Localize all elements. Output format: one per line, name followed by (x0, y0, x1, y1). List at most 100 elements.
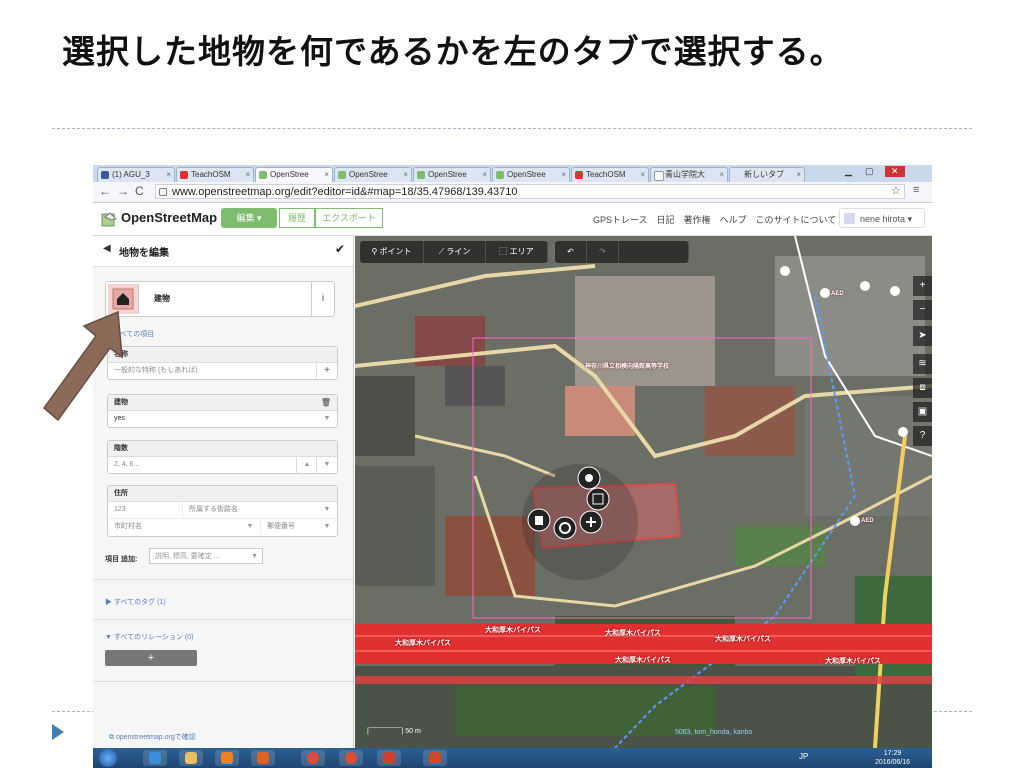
divider (93, 579, 353, 580)
attribution[interactable]: 5063, tom_honda, kanbo (675, 729, 752, 736)
add-area-button[interactable]: ⬚ エリア (486, 241, 548, 263)
preset-name: 建物 (154, 294, 170, 303)
zoom-out-icon[interactable]: − (913, 300, 932, 320)
star-icon[interactable]: ☆ (891, 184, 901, 197)
road-label: 大和厚木バイパス (485, 627, 541, 634)
bullet-arrow-icon (52, 724, 64, 740)
chrome-icon (345, 752, 357, 764)
chevron-down-icon[interactable]: ▼ (240, 519, 260, 535)
chevron-down-icon[interactable]: ▼ (317, 502, 337, 518)
explorer-app[interactable] (179, 750, 203, 766)
map-canvas[interactable]: ⚲ ポイント ⟋ ライン ⬚ エリア ↶ ↷ + − ➤ ≋ ⧈ ▣ ? 大和厚… (355, 236, 932, 748)
back-icon[interactable]: ← (99, 184, 111, 198)
all-tags-toggle[interactable]: ▶ すべてのタグ (1) (105, 597, 166, 607)
ie-app[interactable] (143, 750, 167, 766)
undo-button[interactable]: ↶ (555, 241, 587, 263)
facebook-icon (101, 171, 109, 179)
road-label: 大和厚木バイパス (395, 640, 451, 647)
road-label: 大和厚木バイパス (715, 636, 771, 643)
history-button[interactable]: 履歴 (279, 208, 315, 228)
chrome-app[interactable] (301, 750, 325, 766)
reload-icon[interactable]: C (135, 184, 144, 198)
help-icon[interactable]: ? (913, 426, 932, 446)
osm-icon (259, 171, 267, 179)
edit-button[interactable]: 編集 ▾ (221, 208, 277, 228)
pointer-arrow-icon (42, 310, 123, 422)
school-label: 神奈川県立相模向陽館高等学校 (585, 364, 670, 370)
road-label: 大和厚木バイパス (615, 657, 671, 664)
nav-links[interactable]: GPSトレース 日記 著作権 ヘルプ このサイトについて (593, 213, 836, 226)
osm-icon (417, 171, 425, 179)
media-icon (221, 752, 233, 764)
add-point-button[interactable]: ⚲ ポイント (360, 241, 424, 263)
street-input[interactable]: 所属する街路名 (182, 502, 337, 518)
trash-icon[interactable]: 🗑 (321, 395, 331, 410)
housenumber-input[interactable]: 123 (108, 502, 182, 518)
map-data-icon[interactable]: ⧈ (913, 378, 932, 398)
layers-icon[interactable]: ≋ (913, 354, 932, 374)
aed-label: AED (861, 518, 874, 524)
scale-bar: |‾‾‾‾‾‾‾‾‾‾‾‾‾‾| 50 m (367, 728, 421, 735)
address-field: 住所 123 所属する街路名 ▼ 市町村名 ▼ 郵便番号 ▼ (107, 485, 338, 537)
add-icon[interactable]: + (316, 363, 337, 379)
chrome-app[interactable] (339, 750, 363, 766)
teachosm-icon (180, 171, 188, 179)
chevron-down-icon[interactable]: ▼ (317, 519, 337, 535)
osm-header: OpenStreetMap 編集 ▾ 履歴 エクスポート GPSトレース 日記 … (93, 203, 932, 236)
browser-tab-active[interactable]: OpenStree × (255, 167, 333, 182)
add-line-button[interactable]: ⟋ ライン (424, 241, 486, 263)
language-indicator[interactable]: JP (799, 752, 808, 761)
divider (93, 619, 353, 620)
browser-tab[interactable]: (1) AGU_3 × (97, 167, 175, 182)
city-input[interactable]: 市町村名 (108, 519, 260, 535)
road-label: 大和厚木バイパス (605, 630, 661, 637)
address-row-2: 市町村名 ▼ 郵便番号 ▼ (108, 519, 337, 535)
decrement-icon[interactable]: ▼ (316, 457, 337, 473)
zoom-in-icon[interactable]: + (913, 276, 932, 296)
browser-tab[interactable]: 新しいタブ × (729, 167, 805, 182)
menu-icon[interactable]: ≡ (913, 184, 919, 196)
save-button[interactable] (619, 241, 689, 263)
media-app[interactable] (215, 750, 239, 766)
browser-tab[interactable]: OpenStree × (492, 167, 570, 182)
issues-icon[interactable]: ▣ (913, 402, 932, 422)
all-relations-toggle[interactable]: ▼ すべてのリレーション (0) (105, 632, 193, 642)
name-input[interactable]: 一般的な特称 (もしあれば) + (108, 363, 337, 379)
locate-icon[interactable]: ➤ (913, 326, 932, 346)
road-label: 大和厚木バイパス (825, 658, 881, 665)
redo-icon: ↷ (599, 247, 606, 256)
browser-tab[interactable]: TeachOSM × (571, 167, 649, 182)
info-icon[interactable]: i (311, 282, 334, 316)
browser-tab[interactable]: OpenStree × (334, 167, 412, 182)
minimize-icon[interactable]: ▁ (845, 166, 852, 177)
view-on-osm-link[interactable]: ⧉ openstreetmap.orgで確認 (109, 732, 196, 742)
increment-icon[interactable]: ▲ (296, 457, 317, 473)
user-menu[interactable]: nene hirota ▾ (839, 208, 925, 228)
levels-input[interactable]: 2, 4, 6... ▲ ▼ (108, 457, 337, 473)
divider (93, 681, 353, 682)
clock[interactable]: 17:29 2016/06/16 (875, 749, 910, 767)
powerpoint-app[interactable] (423, 750, 447, 766)
levels-field: 階数 2, 4, 6... ▲ ▼ (107, 440, 338, 474)
maximize-icon[interactable]: ▢ (865, 166, 874, 177)
start-button[interactable] (99, 749, 117, 767)
brand-name[interactable]: OpenStreetMap (121, 210, 217, 225)
export-button[interactable]: エクスポート (315, 208, 383, 228)
browser-tab[interactable]: OpenStree × (413, 167, 491, 182)
add-field-input[interactable]: 説明, 標高, 要確定 ... ▼ (149, 548, 263, 564)
check-icon[interactable]: ✔ (335, 242, 345, 256)
forward-icon[interactable]: → (117, 184, 129, 198)
chevron-down-icon[interactable]: ▼ (317, 411, 337, 427)
browser-tab[interactable]: TeachOSM × (176, 167, 254, 182)
add-relation-button[interactable]: + (105, 650, 197, 666)
divider-top (52, 128, 972, 129)
paint-app[interactable] (377, 750, 401, 766)
building-combo[interactable]: yes ▼ (108, 411, 337, 427)
firefox-app[interactable] (251, 750, 275, 766)
sidebar-title: 地物を編集 (119, 248, 169, 259)
browser-tab[interactable]: 青山学院大 × (650, 167, 728, 182)
close-window-icon[interactable]: ✕ (885, 166, 905, 177)
url-input[interactable]: www.openstreetmap.org/edit?editor=id&#ma… (155, 184, 905, 199)
back-arrow-icon[interactable]: ◀ (103, 243, 111, 254)
redo-button[interactable]: ↷ (587, 241, 619, 263)
